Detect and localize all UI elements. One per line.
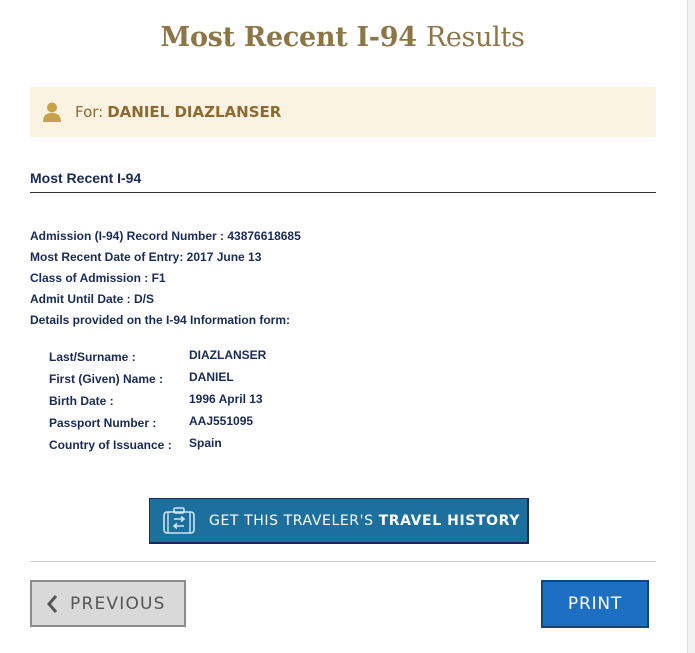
- detail-label: First (Given) Name :: [49, 372, 164, 386]
- scrollbar[interactable]: [687, 0, 695, 653]
- print-button[interactable]: PRINT: [541, 580, 649, 628]
- table-row: Passport Number : AAJ551095: [49, 414, 266, 436]
- detail-label: Last/Surname :: [49, 350, 136, 364]
- user-icon: [43, 102, 61, 122]
- detail-label: Birth Date :: [49, 394, 114, 408]
- table-row: First (Given) Name : DANIEL: [49, 370, 266, 392]
- detail-label: Country of Issuance :: [49, 438, 172, 452]
- details-intro: Details provided on the I-94 Information…: [30, 313, 291, 327]
- table-row: Country of Issuance : Spain: [49, 436, 266, 458]
- admission-number: Admission (I-94) Record Number : 4387661…: [30, 229, 301, 243]
- detail-value: AAJ551095: [189, 414, 254, 428]
- previous-label: PREVIOUS: [70, 593, 166, 614]
- detail-value: DANIEL: [189, 370, 234, 384]
- for-label: For:: [75, 103, 104, 121]
- table-row: Birth Date : 1996 April 13: [49, 392, 266, 414]
- print-label: PRINT: [567, 594, 623, 614]
- traveler-name: DANIEL DIAZLANSER: [107, 103, 282, 121]
- detail-label: Passport Number :: [49, 416, 157, 430]
- chevron-left-icon: [47, 594, 58, 613]
- entry-date: Most Recent Date of Entry: 2017 June 13: [30, 250, 262, 264]
- page-title-bold: Most Recent I-94: [160, 22, 417, 53]
- page-title-light: Results: [425, 22, 525, 53]
- detail-value: Spain: [189, 436, 222, 450]
- suitcase-icon: [163, 507, 195, 534]
- previous-button[interactable]: PREVIOUS: [30, 580, 186, 627]
- detail-value: 1996 April 13: [189, 392, 263, 406]
- table-row: Last/Surname : DIAZLANSER: [49, 348, 266, 370]
- details-table: Last/Surname : DIAZLANSER First (Given) …: [49, 348, 266, 458]
- travel-history-button[interactable]: GET THIS TRAVELER'S TRAVEL HISTORY: [149, 498, 529, 544]
- admit-until-date: Admit Until Date : D/S: [30, 292, 155, 306]
- travel-history-label: GET THIS TRAVELER'S: [209, 512, 374, 529]
- divider: [30, 561, 656, 562]
- section-heading: Most Recent I-94: [30, 170, 656, 193]
- record-summary: Admission (I-94) Record Number : 4387661…: [30, 226, 301, 331]
- class-of-admission: Class of Admission : F1: [30, 271, 166, 285]
- traveler-banner: For: DANIEL DIAZLANSER: [30, 87, 656, 137]
- travel-history-label-bold: TRAVEL HISTORY: [378, 512, 520, 529]
- detail-value: DIAZLANSER: [189, 348, 267, 362]
- page-title: Most Recent I-94 Results: [0, 22, 685, 53]
